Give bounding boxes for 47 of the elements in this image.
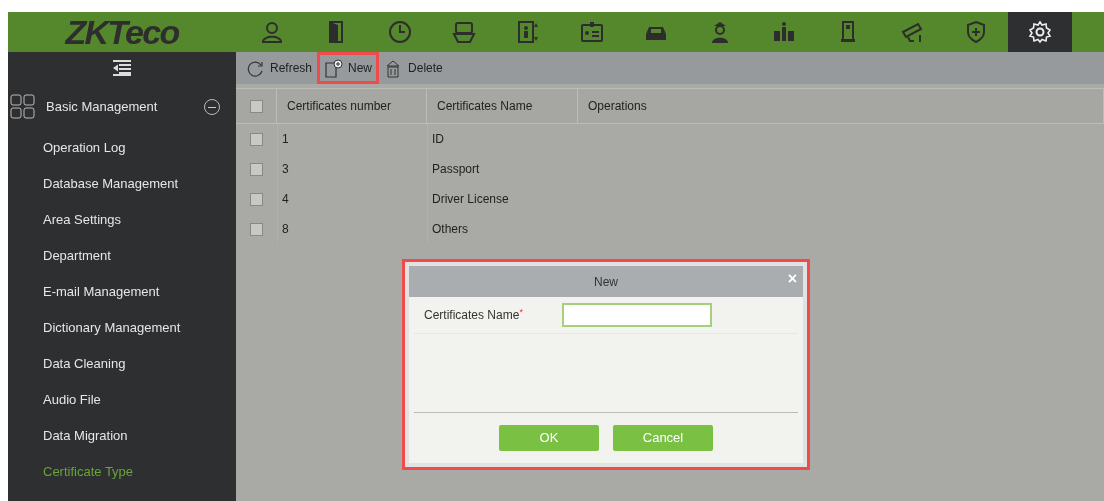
menu-item[interactable]: Audio File (43, 390, 101, 410)
table-cell-text: Passport (432, 161, 480, 178)
table-cell-text: ID (432, 131, 444, 148)
grid-icon (10, 94, 36, 120)
table-cell-text: 8 (282, 221, 289, 238)
row-checkbox[interactable] (250, 162, 263, 176)
person-icon (260, 20, 284, 44)
table-cell-text: 4 (282, 191, 289, 208)
menu-item[interactable]: Operation Log (43, 138, 126, 158)
toolbar-button[interactable]: Delete (380, 55, 447, 81)
clock-icon (388, 20, 412, 44)
toolbar-button[interactable]: New (320, 55, 377, 81)
settings-icon (1028, 20, 1052, 44)
menu-item[interactable]: Data Cleaning (43, 354, 126, 374)
row-checkbox[interactable] (250, 132, 263, 146)
module-tab[interactable] (1008, 12, 1072, 52)
column-header[interactable]: Certificates Name (437, 97, 533, 115)
id-card-icon (580, 20, 604, 44)
row-checkbox[interactable] (250, 222, 263, 236)
menu-item[interactable]: E-mail Management (43, 282, 160, 302)
collapse-menu-icon[interactable] (113, 60, 131, 76)
table-cell-text: Driver License (432, 191, 509, 208)
menu-item[interactable]: Dictionary Management (43, 318, 181, 338)
column-header[interactable]: Certificates number (287, 97, 392, 115)
certificates-name-field[interactable] (562, 303, 712, 327)
menu-item[interactable]: Certificate Type (43, 462, 134, 482)
elevator-icon (516, 20, 540, 44)
table-cell-text: Others (432, 221, 468, 238)
menu-group-label[interactable]: Basic Management (46, 97, 204, 117)
select-all-checkbox[interactable] (249, 99, 263, 113)
logo: ZKTeco (65, 15, 179, 49)
refresh-icon (246, 58, 265, 78)
row-checkbox[interactable] (250, 192, 263, 206)
column-header[interactable]: Operations (588, 97, 647, 115)
menu-item[interactable]: Data Migration (43, 426, 128, 446)
menu-item[interactable]: Department (43, 246, 111, 266)
menu-item[interactable]: Database Management (43, 174, 179, 194)
toolbar-button[interactable]: Refresh (242, 55, 317, 81)
add-document-icon (324, 58, 344, 78)
menu-item[interactable]: Area Settings (43, 210, 122, 230)
shield-plus-icon (964, 20, 988, 44)
table-cell-text: 3 (282, 161, 289, 178)
camera-icon (900, 20, 924, 44)
field-label: Certificates Name$^{*}$ (423, 306, 524, 324)
table-cell-text: 1 (282, 131, 289, 148)
turnstile-icon (772, 20, 796, 44)
dialog-title: New (594, 273, 618, 291)
